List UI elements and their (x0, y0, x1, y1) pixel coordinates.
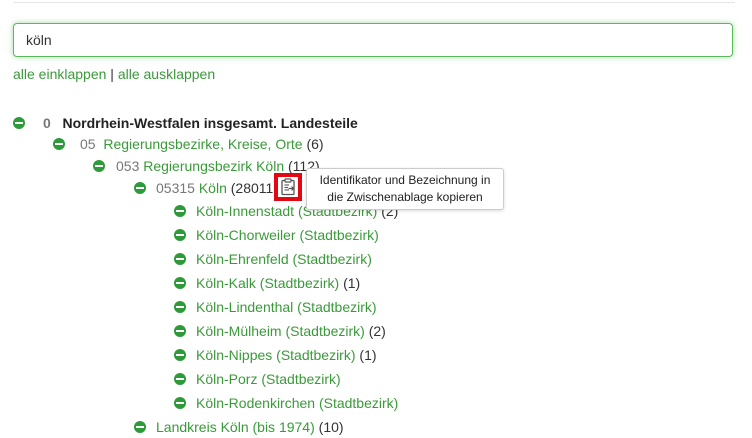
minus-circle-icon[interactable] (13, 117, 25, 129)
tree-node-text: Köln-Rodenkirchen (Stadtbezirk) (196, 394, 398, 412)
tree-node-text: 05 Regierungsbezirke, Kreise, Orte (6) (80, 135, 324, 153)
tree-node-text: 0 Nordrhein-Westfalen insgesamt. Landest… (43, 114, 358, 132)
node-link[interactable]: Köln-Chorweiler (Stadtbezirk) (196, 227, 379, 243)
node-count: (28011 (230, 180, 274, 196)
minus-circle-icon[interactable] (174, 349, 186, 361)
clipboard-copy-icon (281, 178, 295, 196)
node-link[interactable]: Köln-Nippes (Stadtbezirk) (196, 347, 356, 363)
tree-node-text: Köln-Lindenthal (Stadtbezirk) (196, 298, 377, 316)
tree-node-text: Köln-Porz (Stadtbezirk) (196, 370, 341, 388)
node-link[interactable]: Köln-Mülheim (Stadtbezirk) (196, 323, 365, 339)
top-divider (13, 2, 735, 3)
minus-circle-icon[interactable] (174, 373, 186, 385)
node-link[interactable]: Regierungsbezirk Köln (143, 158, 284, 174)
page: alle einklappen | alle ausklappen 0 Nord… (0, 0, 752, 438)
minus-circle-icon[interactable] (93, 160, 105, 172)
copy-to-clipboard-button[interactable] (274, 173, 302, 201)
expand-all-link[interactable]: alle ausklappen (118, 66, 215, 82)
copy-tooltip: Identifikator und Bezeichnung in die Zwi… (306, 168, 504, 210)
link-separator: | (110, 66, 114, 82)
tree-node-text: 05315 Köln (28011 (156, 179, 273, 197)
node-count: (10) (318, 419, 344, 435)
node-link[interactable]: Köln-Lindenthal (Stadtbezirk) (196, 299, 377, 315)
tree-controls: alle einklappen | alle ausklappen (13, 66, 215, 82)
search-box (13, 23, 733, 57)
node-code: 053 (116, 158, 140, 174)
tree-node-text: Köln-Kalk (Stadtbezirk) (1) (196, 274, 360, 292)
search-input[interactable] (14, 24, 732, 56)
tooltip-line: die Zwischenablage kopieren (327, 190, 483, 204)
node-link[interactable]: Köln (199, 180, 227, 196)
minus-circle-icon[interactable] (174, 253, 186, 265)
minus-circle-icon[interactable] (174, 277, 186, 289)
minus-circle-icon[interactable] (174, 205, 186, 217)
minus-circle-icon[interactable] (174, 301, 186, 313)
collapse-all-link[interactable]: alle einklappen (13, 66, 106, 82)
tree-node-text: Köln-Nippes (Stadtbezirk) (1) (196, 346, 377, 364)
node-link[interactable]: Köln-Porz (Stadtbezirk) (196, 371, 341, 387)
minus-circle-icon[interactable] (174, 229, 186, 241)
node-link[interactable]: Köln-Kalk (Stadtbezirk) (196, 275, 339, 291)
minus-circle-icon[interactable] (174, 397, 186, 409)
node-count: (2) (368, 323, 386, 339)
node-code: 0 (43, 115, 51, 131)
node-link[interactable]: Landkreis Köln (bis 1974) (156, 419, 315, 435)
node-label: Nordrhein-Westfalen insgesamt. Landestei… (62, 115, 358, 131)
node-code: 05315 (156, 180, 195, 196)
node-count: (6) (306, 136, 324, 152)
minus-circle-icon[interactable] (134, 182, 146, 194)
minus-circle-icon[interactable] (174, 325, 186, 337)
minus-circle-icon[interactable] (53, 138, 65, 150)
tree-node-text: Köln-Mülheim (Stadtbezirk) (2) (196, 322, 386, 340)
node-code: 05 (80, 136, 96, 152)
node-link[interactable]: Regierungsbezirke, Kreise, Orte (103, 136, 302, 152)
minus-circle-icon[interactable] (134, 421, 146, 433)
tree-node-text: Landkreis Köln (bis 1974) (10) (156, 418, 344, 436)
node-count: (1) (343, 275, 361, 291)
node-link[interactable]: Köln-Ehrenfeld (Stadtbezirk) (196, 251, 372, 267)
tree-node-text: Köln-Ehrenfeld (Stadtbezirk) (196, 250, 372, 268)
node-count: (1) (359, 347, 377, 363)
tree-node-text: Köln-Chorweiler (Stadtbezirk) (196, 226, 379, 244)
tooltip-line: Identifikator und Bezeichnung in (319, 173, 491, 187)
node-link[interactable]: Köln-Rodenkirchen (Stadtbezirk) (196, 395, 398, 411)
